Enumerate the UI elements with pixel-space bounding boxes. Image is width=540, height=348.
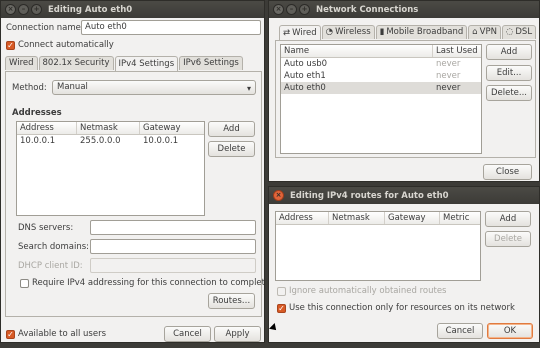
search-domains-field[interactable] <box>90 239 256 254</box>
window-titlebar[interactable]: × Editing IPv4 routes for Auto eth0 <box>269 187 539 204</box>
connect-automatically-label: Connect automatically <box>18 40 114 50</box>
window-title: Editing Auto eth0 <box>48 4 133 15</box>
tab-8021x-security[interactable]: 802.1x Security <box>38 56 114 70</box>
vpn-icon: ⌂ <box>472 27 478 37</box>
cancel-button[interactable]: Cancel <box>164 326 211 342</box>
address-cell: 10.0.0.1 <box>20 136 56 146</box>
last-used-cell: never <box>436 71 461 81</box>
editing-connection-window: × – + Editing Auto eth0 Connection name:… <box>0 0 265 343</box>
last-used-cell: never <box>436 59 461 69</box>
wireless-icon: ◔ <box>325 27 334 37</box>
addresses-table[interactable]: Address Netmask Gateway 10.0.0.1 255.0.0… <box>16 121 205 216</box>
dsl-icon: ◌ <box>505 27 514 37</box>
tab-wired[interactable]: ⇄ Wired <box>279 25 321 40</box>
tab-vpn[interactable]: ⌂ VPN <box>468 25 501 39</box>
minimize-window-icon[interactable]: – <box>18 4 29 15</box>
network-connections-window: × – + Network Connections ⇄ Wired ◔ Wirele… <box>268 0 540 182</box>
ipv4-routes-dialog: × Editing IPv4 routes for Auto eth0 Addr… <box>268 186 540 343</box>
column-address[interactable]: Address <box>17 122 77 134</box>
delete-address-button[interactable]: Delete <box>208 141 255 157</box>
column-netmask[interactable]: Netmask <box>329 212 385 224</box>
add-address-button[interactable]: Add <box>208 121 255 137</box>
delete-connection-button[interactable]: Delete... <box>486 85 532 101</box>
table-row-selected[interactable]: Auto eth0 never <box>281 82 481 94</box>
close-button[interactable]: Close <box>483 164 532 180</box>
minimize-window-icon[interactable]: – <box>286 4 297 15</box>
column-gateway[interactable]: Gateway <box>140 122 204 134</box>
close-window-icon[interactable]: × <box>5 4 16 15</box>
column-last-used[interactable]: Last Used <box>433 45 481 57</box>
connection-name-cell: Auto usb0 <box>284 59 328 69</box>
add-route-button[interactable]: Add <box>485 211 531 227</box>
ignore-routes-label: Ignore automatically obtained routes <box>289 286 447 296</box>
gateway-cell: 10.0.0.1 <box>143 136 179 146</box>
method-label: Method: <box>12 83 47 93</box>
maximize-window-icon[interactable]: + <box>31 4 42 15</box>
ignore-routes-checkbox <box>277 287 286 296</box>
column-name[interactable]: Name <box>281 45 433 57</box>
addresses-table-header: Address Netmask Gateway <box>17 122 204 135</box>
chevron-down-icon: ▾ <box>246 84 251 93</box>
wired-icon: ⇄ <box>283 27 291 38</box>
connection-type-tabs: ⇄ Wired ◔ Wireless ▮ Mobile Broadband ⌂ VPN … <box>279 25 537 40</box>
last-used-cell: never <box>436 83 461 93</box>
maximize-window-icon[interactable]: + <box>299 4 310 15</box>
window-title: Editing IPv4 routes for Auto eth0 <box>290 190 449 201</box>
table-row[interactable]: Auto usb0 never <box>281 58 481 70</box>
wired-tab-panel: Name Last Used Auto usb0 never Auto eth1… <box>275 40 536 158</box>
dns-servers-label: DNS servers: <box>18 223 74 233</box>
netmask-cell: 255.0.0.0 <box>80 136 121 146</box>
window-titlebar[interactable]: × – + Network Connections <box>269 1 539 18</box>
method-dropdown[interactable]: Manual ▾ <box>52 80 256 95</box>
connect-automatically-checkbox[interactable]: ✓ <box>6 41 15 50</box>
routes-button[interactable]: Routes… <box>208 293 255 309</box>
connection-name-label: Connection name: <box>6 23 84 33</box>
column-address[interactable]: Address <box>276 212 329 224</box>
tab-wireless[interactable]: ◔ Wireless <box>321 25 375 39</box>
column-netmask[interactable]: Netmask <box>77 122 140 134</box>
connections-table[interactable]: Name Last Used Auto usb0 never Auto eth1… <box>280 44 482 154</box>
delete-route-button: Delete <box>485 231 531 247</box>
mobile-broadband-icon: ▮ <box>379 27 385 37</box>
close-window-icon[interactable]: × <box>273 190 284 201</box>
method-value: Manual <box>57 82 88 92</box>
connection-name-cell: Auto eth1 <box>284 71 326 81</box>
close-window-icon[interactable]: × <box>273 4 284 15</box>
table-row[interactable]: Auto eth1 never <box>281 70 481 82</box>
available-all-users-checkbox[interactable]: ✓ <box>6 330 15 339</box>
tab-wired[interactable]: Wired <box>5 56 38 70</box>
cancel-button[interactable]: Cancel <box>437 323 483 339</box>
add-connection-button[interactable]: Add <box>486 44 532 60</box>
connection-name-cell: Auto eth0 <box>284 83 326 93</box>
use-only-resources-label: Use this connection only for resources o… <box>289 303 515 313</box>
addresses-heading: Addresses <box>12 108 62 118</box>
window-titlebar[interactable]: × – + Editing Auto eth0 <box>1 1 264 18</box>
connections-table-header: Name Last Used <box>281 45 481 58</box>
table-row[interactable]: 10.0.0.1 255.0.0.0 10.0.0.1 <box>17 135 204 147</box>
apply-button[interactable]: Apply <box>214 326 261 342</box>
column-metric[interactable]: Metric <box>440 212 480 224</box>
tab-ipv6-settings[interactable]: IPv6 Settings <box>179 56 243 70</box>
dhcp-client-id-field <box>90 258 256 273</box>
tab-ipv4-settings[interactable]: IPv4 Settings <box>114 56 179 71</box>
search-domains-label: Search domains: <box>18 242 90 252</box>
ok-button[interactable]: OK <box>487 323 533 339</box>
column-gateway[interactable]: Gateway <box>385 212 440 224</box>
require-ipv4-label: Require IPv4 addressing for this connect… <box>32 278 265 288</box>
tab-mobile-broadband[interactable]: ▮ Mobile Broadband <box>375 25 468 39</box>
tab-dsl[interactable]: ◌ DSL <box>501 25 537 39</box>
settings-tabs: Wired 802.1x Security IPv4 Settings IPv6… <box>5 56 244 71</box>
require-ipv4-checkbox[interactable] <box>20 279 29 288</box>
routes-table-header: Address Netmask Gateway Metric <box>276 212 480 225</box>
available-all-users-label: Available to all users <box>18 329 107 339</box>
dhcp-client-id-label: DHCP client ID: <box>18 261 83 271</box>
use-only-resources-checkbox[interactable]: ✓ <box>277 304 286 313</box>
connection-name-field[interactable]: Auto eth0 <box>81 20 261 35</box>
edit-connection-button[interactable]: Edit... <box>486 65 532 81</box>
routes-table[interactable]: Address Netmask Gateway Metric <box>275 211 481 281</box>
ipv4-settings-panel: Method: Manual ▾ Addresses Address Netma… <box>5 71 265 317</box>
dns-servers-field[interactable] <box>90 220 256 235</box>
window-title: Network Connections <box>316 4 419 15</box>
